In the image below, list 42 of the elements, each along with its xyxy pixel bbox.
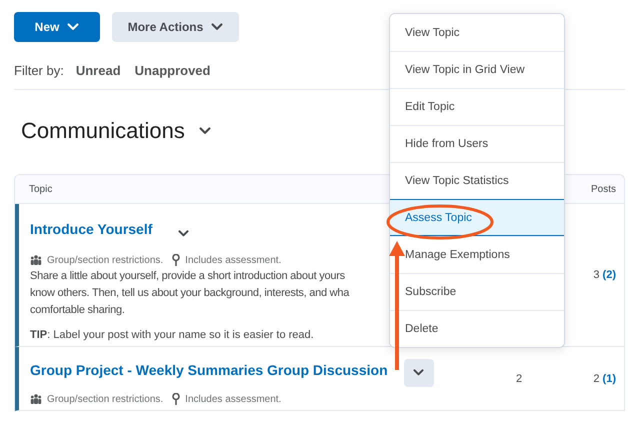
filter-link[interactable]: Unapproved	[134, 63, 210, 78]
topic-link[interactable]: Group Project - Weekly Summaries Group Discussion	[30, 362, 388, 378]
pin-icon	[172, 254, 180, 266]
description-text: Share a little about yourself, provide a short introduction about yours	[30, 269, 345, 284]
menu-item[interactable]: Subscribe	[390, 273, 564, 310]
topic-menu-button[interactable]	[404, 359, 434, 387]
posts-count: 2	[593, 372, 600, 384]
menu-item[interactable]: Delete	[390, 310, 564, 347]
unread-count-link[interactable]: (2)	[602, 269, 616, 281]
count-cell-text: 2	[514, 372, 524, 384]
tip-text: TIP: Label your post with your name so it is easier to read.	[30, 329, 315, 341]
chevron-down-icon	[67, 23, 80, 31]
menu-item[interactable]: Manage Exemptions	[390, 236, 564, 273]
group-icon	[30, 255, 42, 265]
forum-title: Communications	[21, 118, 185, 144]
topic-link[interactable]: Introduce Yourself	[30, 221, 152, 237]
restriction-text: Group/section restrictions.	[47, 394, 164, 404]
menu-item[interactable]: Edit Topic	[390, 88, 564, 125]
assessment-text: Includes assessment.	[185, 254, 282, 266]
forum-menu-chevron-icon	[198, 127, 211, 135]
pin-icon	[172, 393, 180, 405]
assessment-text: Includes assessment.	[185, 394, 282, 404]
menu-item[interactable]: Assess Topic	[390, 199, 564, 236]
menu-item[interactable]: Hide from Users	[390, 125, 564, 162]
restriction-text: Group/section restrictions.	[47, 254, 164, 266]
unread-count-link[interactable]: (1)	[602, 372, 616, 384]
filter-label: Filter by:	[14, 63, 64, 78]
menu-item[interactable]: View Topic	[390, 14, 564, 51]
posts-count: 3	[593, 269, 600, 281]
new-button[interactable]: New	[14, 12, 100, 42]
chevron-down-icon	[211, 23, 224, 31]
chevron-down-icon	[413, 369, 424, 377]
group-icon	[30, 394, 42, 404]
more-actions-button[interactable]: More Actions	[112, 12, 239, 42]
chevron-down-icon	[178, 230, 189, 238]
column-header: Topic	[28, 184, 54, 194]
description-text: comfortable sharing.	[30, 303, 125, 318]
menu-item[interactable]: View Topic Statistics	[390, 162, 564, 199]
filter-link[interactable]: Unread	[76, 63, 121, 78]
menu-item[interactable]: View Topic in Grid View	[390, 51, 564, 88]
description-text: know others. Then, tell us about your background, interests, and wha	[30, 286, 350, 301]
column-header: Posts	[590, 184, 617, 194]
